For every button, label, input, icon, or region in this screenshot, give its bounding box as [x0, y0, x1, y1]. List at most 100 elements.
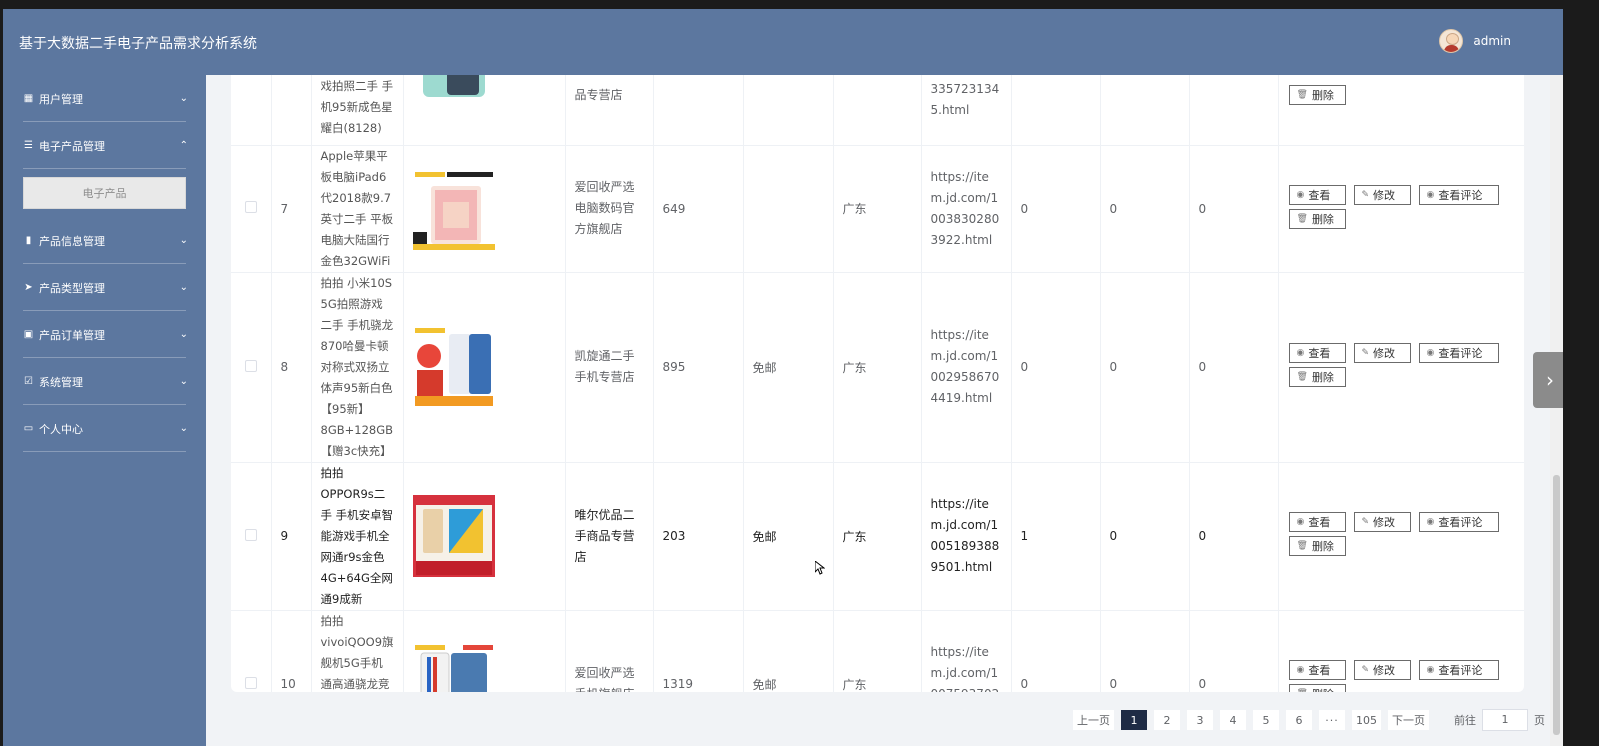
- count-2: 0: [1100, 610, 1190, 692]
- sidebar-item-profile[interactable]: ▭ 个人中心 ⌄: [3, 405, 206, 452]
- mouse-cursor-icon: [815, 561, 825, 575]
- sidebar-item-system[interactable]: ☑ 系统管理 ⌄: [3, 358, 206, 405]
- shop-name: 爱回收严选电脑数码官方旗舰店: [565, 145, 654, 273]
- sidebar-item-label: 产品信息管理: [39, 234, 105, 248]
- eye-icon: ◉: [1426, 665, 1435, 675]
- send-icon: ➤: [24, 282, 33, 293]
- eye-icon: ◉: [1426, 348, 1435, 358]
- row-checkbox[interactable]: [244, 528, 257, 541]
- delete-button[interactable]: 🗑删除: [1288, 367, 1346, 387]
- sidebar-item-label: 产品订单管理: [39, 328, 105, 342]
- view-button[interactable]: ◉ 查看: [1288, 512, 1346, 532]
- view-button[interactable]: ◉ 查看: [1288, 184, 1346, 205]
- view-comments-button[interactable]: ◉ 查看评论: [1418, 660, 1499, 680]
- sidebar-item-user-management[interactable]: ▦ 用户管理 ⌄: [3, 75, 206, 122]
- page-5-button[interactable]: 5: [1253, 710, 1279, 730]
- view-comments-button[interactable]: ◉ 查看评论: [1418, 343, 1499, 363]
- view-comments-button[interactable]: ◉ 查看评论: [1418, 512, 1499, 532]
- sidebar-item-orders[interactable]: ▣ 产品订单管理 ⌄: [3, 311, 206, 358]
- chevron-down-icon: ⌄: [179, 282, 188, 293]
- product-image[interactable]: [412, 167, 495, 250]
- product-image[interactable]: [412, 75, 495, 103]
- screen-top-edge: [0, 0, 1599, 9]
- page-unit: 页: [1534, 714, 1545, 727]
- goto-page-input[interactable]: 1: [1482, 709, 1528, 731]
- edit-button[interactable]: ✎ 修改: [1353, 184, 1411, 205]
- row-index: 9: [271, 462, 312, 611]
- chevron-right-icon[interactable]: ›: [1533, 352, 1563, 408]
- product-name: 拍拍 vivoiQOO9旗舰机5G手机通高通骁龙竞游戏安卓二手 手机赛道版12G…: [311, 610, 404, 692]
- eye-icon: ◉: [1426, 189, 1435, 200]
- sidebar-item-label: 用户管理: [39, 92, 83, 106]
- edit-button[interactable]: ✎ 修改: [1353, 343, 1411, 363]
- product-image[interactable]: [412, 495, 495, 577]
- chevron-down-icon: ⌄: [179, 329, 188, 340]
- clipboard-icon: ▣: [23, 329, 34, 340]
- delete-button[interactable]: 🗑删除: [1288, 208, 1346, 229]
- table-row: 8 拍拍 小米10S 5G拍照游戏二手 手机骁龙870哈曼卡顿对称式双扬立体声9…: [231, 272, 1524, 463]
- prev-page-button[interactable]: 上一页: [1073, 710, 1114, 730]
- area: 广东: [833, 462, 922, 611]
- product-name: 长续航智能游戏拍照二手 手机95新成色星耀白(8128): [311, 75, 404, 146]
- chevron-down-icon: ⌄: [179, 235, 188, 246]
- product-image[interactable]: [412, 326, 495, 408]
- list-icon: ☰: [24, 140, 33, 151]
- eye-icon: ◉: [1296, 189, 1305, 200]
- more-pages-button[interactable]: ···: [1319, 710, 1345, 730]
- row-checkbox[interactable]: [244, 359, 257, 372]
- count-1: 0: [1011, 145, 1101, 273]
- count-3: 0: [1189, 462, 1279, 611]
- sidebar-item-product-type[interactable]: ➤ 产品类型管理 ⌄: [3, 264, 206, 311]
- row-checkbox[interactable]: [244, 676, 257, 689]
- product-url: https://item.jd.com/10029586704419.html: [921, 272, 1012, 463]
- edit-button[interactable]: ✎ 修改: [1353, 512, 1411, 532]
- delete-button[interactable]: 🗑删除: [1288, 536, 1346, 556]
- count-3: 0: [1189, 610, 1279, 692]
- page-4-button[interactable]: 4: [1220, 710, 1246, 730]
- product-name: 拍拍 OPPOR9s二手 手机安卓智能游戏手机全网通r9s金色4G+64G全网通…: [311, 462, 404, 611]
- row-checkbox[interactable]: [244, 201, 257, 213]
- row-index: 7: [271, 145, 312, 273]
- view-comments-button[interactable]: ◉ 查看评论: [1418, 184, 1499, 205]
- page-3-button[interactable]: 3: [1187, 710, 1213, 730]
- eye-icon: ◉: [1296, 517, 1305, 527]
- sidebar-item-label: 系统管理: [39, 375, 83, 389]
- pencil-icon: ✎: [1361, 517, 1370, 527]
- row-index: 8: [271, 272, 312, 463]
- table-row: 9 拍拍 OPPOR9s二手 手机安卓智能游戏手机全网通r9s金色4G+64G全…: [231, 462, 1524, 611]
- product-url: 3357231345.html: [921, 75, 1012, 146]
- trash-icon: 🗑: [1296, 90, 1308, 100]
- shipping: 免邮: [743, 272, 834, 463]
- product-name: 拍拍 小米10S 5G拍照游戏二手 手机骁龙870哈曼卡顿对称式双扬立体声95新…: [311, 272, 404, 463]
- delete-button[interactable]: 🗑删除: [1288, 85, 1346, 105]
- sidebar-item-label: 产品类型管理: [39, 281, 105, 295]
- avatar[interactable]: [1439, 29, 1464, 53]
- next-page-button[interactable]: 下一页: [1388, 710, 1429, 730]
- sidebar-item-product-management[interactable]: ☰ 电子产品管理 ⌃: [3, 122, 206, 169]
- count-2: 0: [1100, 462, 1190, 611]
- view-button[interactable]: ◉ 查看: [1288, 660, 1346, 680]
- user-menu[interactable]: admin: [1439, 29, 1511, 53]
- shipping: 免邮: [743, 610, 834, 692]
- page-last-button[interactable]: 105: [1352, 710, 1381, 730]
- price: 1319: [653, 610, 744, 692]
- page-1-button[interactable]: 1: [1121, 710, 1147, 730]
- chart-icon: ▮: [25, 235, 32, 246]
- product-image[interactable]: [412, 643, 495, 692]
- chevron-up-icon: ⌃: [179, 140, 188, 151]
- page-6-button[interactable]: 6: [1286, 710, 1312, 730]
- pagination: 上一页 1 2 3 4 5 6 ··· 105 下一页 前往 1 页: [1073, 709, 1545, 731]
- delete-button[interactable]: 🗑删除: [1288, 684, 1346, 692]
- count-1: 0: [1011, 272, 1101, 463]
- count-1: 1: [1011, 462, 1101, 611]
- sidebar-item-product-info[interactable]: ▮ 产品信息管理 ⌄: [3, 217, 206, 264]
- scrollbar[interactable]: [1550, 75, 1563, 746]
- scrollbar-thumb[interactable]: [1553, 475, 1560, 735]
- page-2-button[interactable]: 2: [1154, 710, 1180, 730]
- product-url: https://item.jd.com/10075937026756.html: [921, 610, 1012, 692]
- sidebar-subitem-products[interactable]: 电子产品: [23, 177, 186, 209]
- edit-button[interactable]: ✎ 修改: [1353, 660, 1411, 680]
- username[interactable]: admin: [1473, 34, 1511, 48]
- view-button[interactable]: ◉ 查看: [1288, 343, 1346, 363]
- shop-name: 品专营店: [565, 75, 654, 146]
